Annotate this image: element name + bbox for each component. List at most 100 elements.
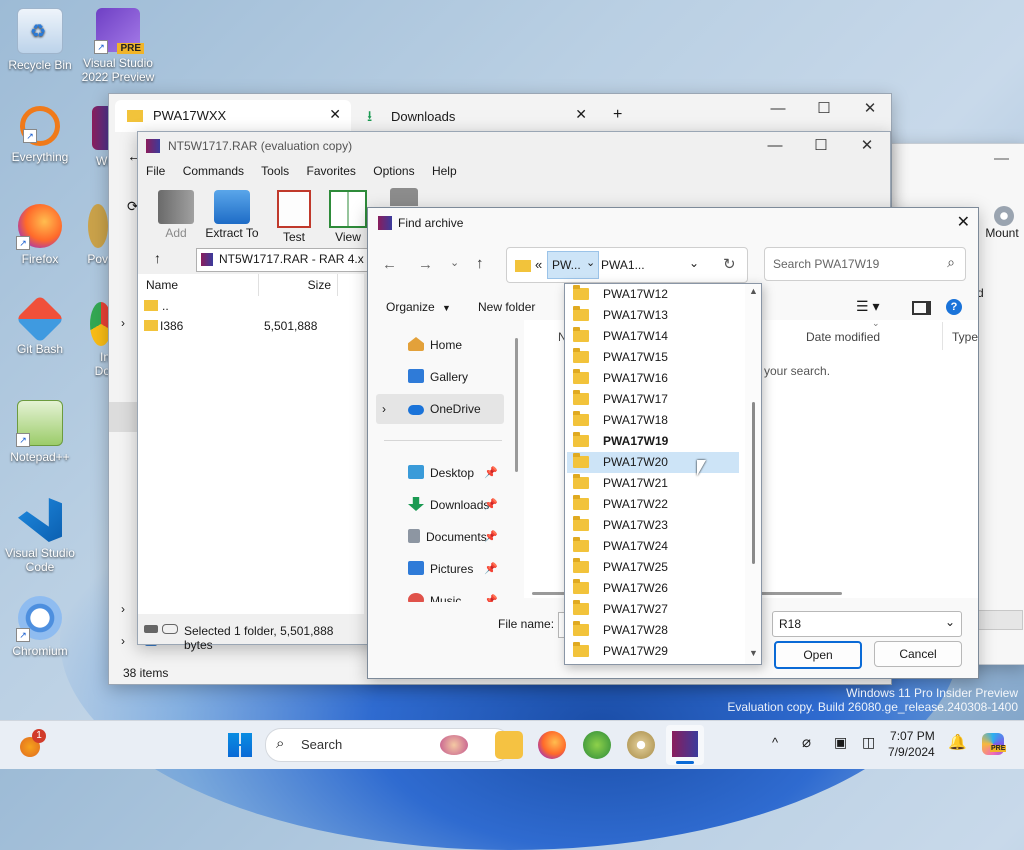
nav-item-downloads[interactable]: Downloads 📌	[376, 490, 504, 520]
address-bar[interactable]: « PW... ⌄ PWA1... ⌄ ↻	[506, 247, 748, 283]
dropdown-folder-item[interactable]: PWA17W18	[567, 410, 739, 431]
network-tray-icon[interactable]: ⌀	[802, 733, 811, 751]
desktop-icon-visual-studio-2022[interactable]: PRE ↗ Visual Studio 2022 Preview	[78, 8, 158, 84]
menu-file[interactable]: File	[146, 164, 165, 178]
scroll-down-icon[interactable]: ▼	[749, 648, 758, 658]
tray-icon[interactable]: ◫	[862, 734, 875, 751]
clock[interactable]: 7:07 PM 7/9/2024	[888, 728, 935, 760]
cancel-button[interactable]: Cancel	[874, 641, 962, 667]
desktop-icon-chromium[interactable]: ↗ Chromium	[0, 596, 80, 658]
dropdown-folder-item[interactable]: PWA17W13	[567, 305, 739, 326]
column-header-name[interactable]: Name	[138, 274, 259, 296]
menu-commands[interactable]: Commands	[183, 164, 244, 178]
dropdown-folder-item[interactable]: PWA17W20	[567, 452, 739, 473]
address-dropdown-icon[interactable]: ⌄	[689, 256, 699, 270]
nav-item-home[interactable]: Home	[376, 330, 504, 360]
maximize-button[interactable]: ☐	[798, 132, 844, 160]
column-header-type[interactable]: Type	[952, 330, 978, 344]
menu-help[interactable]: Help	[432, 164, 457, 178]
dropdown-folder-item[interactable]: PWA17W25	[567, 557, 739, 578]
menu-favorites[interactable]: Favorites	[307, 164, 356, 178]
dropdown-folder-item[interactable]: PWA17W27	[567, 599, 739, 620]
taskbar-search[interactable]: ⌕ Search	[265, 728, 511, 762]
tab-pwa17wxx[interactable]: PWA17WXX ✕	[115, 100, 351, 132]
forward-button[interactable]: →	[418, 256, 433, 273]
nav-item-music[interactable]: Music 📌	[376, 586, 504, 602]
close-button[interactable]: ✕	[957, 212, 970, 232]
minimize-icon[interactable]: —	[994, 150, 1009, 167]
dropdown-folder-item[interactable]: PWA17W16	[567, 368, 739, 389]
tab-downloads[interactable]: ⭳ Downloads ✕	[357, 100, 587, 132]
dropdown-folder-item[interactable]: PWA17W19	[567, 431, 739, 452]
mount-button[interactable]: Mount	[985, 206, 1019, 240]
minimize-button[interactable]: —	[755, 94, 801, 124]
close-tab-icon[interactable]: ✕	[575, 106, 587, 123]
recent-dropdown-icon[interactable]: ⌄	[450, 256, 459, 269]
back-button[interactable]: ←	[382, 256, 397, 273]
dropdown-folder-item[interactable]: PWA17W28	[567, 620, 739, 641]
add-button[interactable]: Add	[148, 190, 204, 240]
organize-button[interactable]: Organize ▼	[386, 300, 451, 314]
help-icon[interactable]: ?	[946, 299, 962, 315]
dropdown-folder-item[interactable]: PWA17W15	[567, 347, 739, 368]
notification-bell-icon[interactable]: 🔔	[948, 733, 967, 751]
open-button[interactable]: Open	[774, 641, 862, 669]
scroll-up-icon[interactable]: ▲	[749, 286, 758, 296]
menu-options[interactable]: Options	[373, 164, 414, 178]
dropdown-folder-item[interactable]: PWA17W23	[567, 515, 739, 536]
expand-chevron-icon[interactable]: ›	[121, 316, 125, 330]
show-hidden-icons[interactable]: ^	[772, 735, 778, 750]
column-header-size[interactable]: Size	[259, 274, 338, 296]
refresh-icon[interactable]: ↻	[723, 255, 736, 273]
table-row[interactable]: ..	[138, 296, 364, 316]
start-button[interactable]	[228, 733, 252, 757]
dropdown-scrollbar[interactable]: ▲ ▼	[745, 284, 761, 664]
nav-scrollbar[interactable]	[515, 338, 518, 472]
tray-icon[interactable]: ▣	[834, 734, 847, 751]
dropdown-folder-item[interactable]: PWA17W17	[567, 389, 739, 410]
nav-item-documents[interactable]: Documents 📌	[376, 522, 504, 552]
desktop-icon-winrar[interactable]: Wi	[70, 106, 110, 168]
disc-taskbar-icon[interactable]	[627, 731, 655, 759]
dropdown-folder-item[interactable]: PWA17W22	[567, 494, 739, 515]
weather-widget[interactable]: 1	[20, 729, 46, 757]
file-type-filter[interactable]: R18 ⌄	[772, 611, 962, 637]
desktop-icon-chrome-do[interactable]: In Do	[82, 302, 110, 378]
extract-to-button[interactable]: Extract To	[204, 190, 260, 240]
expand-chevron-icon[interactable]: ›	[121, 602, 125, 616]
table-row[interactable]: I386 5,501,888	[138, 316, 364, 336]
desktop-icon-vscode[interactable]: Visual Studio Code	[0, 498, 80, 574]
app-taskbar-icon[interactable]	[583, 731, 611, 759]
minimize-button[interactable]: —	[752, 132, 798, 160]
desktop-icon-firefox[interactable]: ↗ Firefox	[0, 204, 80, 266]
dropdown-folder-item[interactable]: PWA17W14	[567, 326, 739, 347]
up-button[interactable]: ↑	[476, 255, 484, 272]
breadcrumb-segment[interactable]: PWA1...	[601, 258, 645, 272]
scrollbar-thumb[interactable]	[752, 402, 755, 564]
path-field[interactable]: NT5W1717.RAR - RAR 4.x vol	[196, 248, 370, 272]
test-button[interactable]: Test	[266, 190, 322, 244]
nav-item-gallery[interactable]: Gallery	[376, 362, 504, 392]
dropdown-folder-item[interactable]: PWA17W12	[567, 284, 739, 305]
preview-pane-icon[interactable]	[912, 301, 931, 315]
nav-item-onedrive[interactable]: › OneDrive	[376, 394, 504, 424]
dropdown-folder-item[interactable]: PWA17W29	[567, 641, 739, 662]
firefox-taskbar-icon[interactable]	[538, 731, 566, 759]
new-folder-button[interactable]: New folder	[478, 300, 535, 314]
desktop-icon-git-bash[interactable]: Git Bash	[0, 294, 80, 356]
close-button[interactable]: ✕	[847, 94, 893, 124]
dropdown-folder-item[interactable]: PWA17W26	[567, 578, 739, 599]
nav-item-pictures[interactable]: Pictures 📌	[376, 554, 504, 584]
expand-chevron-icon[interactable]: ›	[382, 394, 386, 424]
desktop-icon-everything[interactable]: ↗ Everything	[0, 106, 80, 164]
breadcrumb-overflow[interactable]: «	[535, 257, 542, 272]
copilot-button[interactable]: PRE	[982, 733, 1007, 755]
expand-chevron-icon[interactable]: ›	[121, 634, 125, 648]
up-arrow-icon[interactable]: ↑	[154, 250, 161, 266]
winrar-taskbar-button[interactable]	[666, 725, 704, 765]
delete-icon[interactable]	[390, 188, 418, 206]
breadcrumb-segment-active[interactable]: PW... ⌄	[547, 251, 599, 279]
maximize-button[interactable]: ☐	[801, 94, 847, 124]
close-button[interactable]: ✕	[844, 132, 890, 160]
new-tab-button[interactable]: +	[613, 106, 622, 124]
